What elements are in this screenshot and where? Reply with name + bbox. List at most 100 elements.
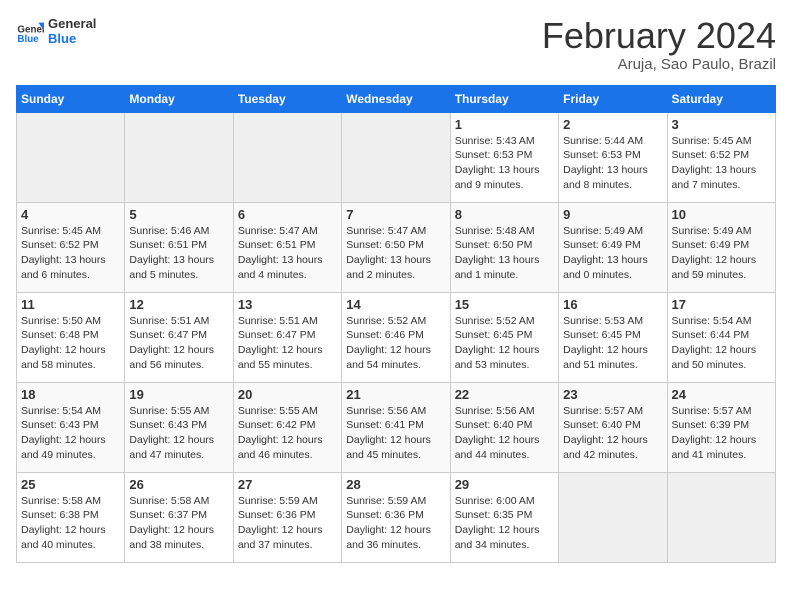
day-cell: 18 Sunrise: 5:54 AMSunset: 6:43 PMDayligh… [17, 382, 125, 472]
day-number: 21 [346, 387, 445, 402]
day-number: 9 [563, 207, 662, 222]
day-number: 18 [21, 387, 120, 402]
header: General Blue General Blue February 2024 … [16, 16, 776, 73]
svg-text:Blue: Blue [17, 34, 39, 45]
day-cell: 27Sunrise: 5:59 AMSunset: 6:36 PMDayligh… [233, 472, 341, 562]
day-number: 16 [563, 297, 662, 312]
day-cell: 6 Sunrise: 5:47 AMSunset: 6:51 PMDaylight… [233, 202, 341, 292]
day-cell: 22Sunrise: 5:56 AMSunset: 6:40 PMDayligh… [450, 382, 558, 472]
week-row-3: 18 Sunrise: 5:54 AMSunset: 6:43 PMDayligh… [17, 382, 776, 472]
title-area: February 2024 Aruja, Sao Paulo, Brazil [542, 16, 776, 73]
header-cell-monday: Monday [125, 85, 233, 112]
day-info: Sunrise: 5:55 AMSunset: 6:42 PMDaylight:… [238, 404, 337, 463]
day-info: Sunrise: 5:47 AMSunset: 6:50 PMDaylight:… [346, 224, 445, 283]
day-info: Sunrise: 5:51 AMSunset: 6:47 PMDaylight:… [129, 314, 228, 373]
day-cell [559, 472, 667, 562]
day-number: 12 [129, 297, 228, 312]
day-number: 13 [238, 297, 337, 312]
day-number: 24 [672, 387, 771, 402]
header-cell-thursday: Thursday [450, 85, 558, 112]
header-row: SundayMondayTuesdayWednesdayThursdayFrid… [17, 85, 776, 112]
day-number: 23 [563, 387, 662, 402]
day-cell: 7 Sunrise: 5:47 AMSunset: 6:50 PMDaylight… [342, 202, 450, 292]
day-number: 29 [455, 477, 554, 492]
day-cell [342, 112, 450, 202]
day-info: Sunrise: 5:50 AMSunset: 6:48 PMDaylight:… [21, 314, 120, 373]
day-cell: 1Sunrise: 5:43 AMSunset: 6:53 PMDaylight… [450, 112, 558, 202]
day-cell [233, 112, 341, 202]
day-cell: 2 Sunrise: 5:44 AMSunset: 6:53 PMDaylight… [559, 112, 667, 202]
header-cell-wednesday: Wednesday [342, 85, 450, 112]
day-cell: 4 Sunrise: 5:45 AMSunset: 6:52 PMDaylight… [17, 202, 125, 292]
header-cell-friday: Friday [559, 85, 667, 112]
day-cell: 19 Sunrise: 5:55 AMSunset: 6:43 PMDayligh… [125, 382, 233, 472]
day-info: Sunrise: 5:52 AMSunset: 6:45 PMDaylight:… [455, 314, 554, 373]
day-number: 1 [455, 117, 554, 132]
day-info: Sunrise: 5:47 AMSunset: 6:51 PMDaylight:… [238, 224, 337, 283]
day-info: Sunrise: 5:54 AMSunset: 6:44 PMDaylight:… [672, 314, 771, 373]
day-cell: 10 Sunrise: 5:49 AMSunset: 6:49 PMDayligh… [667, 202, 775, 292]
day-info: Sunrise: 5:46 AMSunset: 6:51 PMDaylight:… [129, 224, 228, 283]
day-number: 22 [455, 387, 554, 402]
header-cell-tuesday: Tuesday [233, 85, 341, 112]
day-info: Sunrise: 5:44 AMSunset: 6:53 PMDaylight:… [563, 134, 662, 193]
day-cell: 29 Sunrise: 6:00 AMSunset: 6:35 PMDayligh… [450, 472, 558, 562]
week-row-1: 4 Sunrise: 5:45 AMSunset: 6:52 PMDaylight… [17, 202, 776, 292]
day-number: 14 [346, 297, 445, 312]
day-number: 15 [455, 297, 554, 312]
day-info: Sunrise: 5:49 AMSunset: 6:49 PMDaylight:… [672, 224, 771, 283]
day-number: 8 [455, 207, 554, 222]
day-number: 19 [129, 387, 228, 402]
day-cell: 15 Sunrise: 5:52 AMSunset: 6:45 PMDayligh… [450, 292, 558, 382]
day-info: Sunrise: 5:58 AMSunset: 6:38 PMDaylight:… [21, 494, 120, 553]
day-cell: 9Sunrise: 5:49 AMSunset: 6:49 PMDaylight… [559, 202, 667, 292]
day-info: Sunrise: 5:53 AMSunset: 6:45 PMDaylight:… [563, 314, 662, 373]
day-info: Sunrise: 5:59 AMSunset: 6:36 PMDaylight:… [238, 494, 337, 553]
week-row-2: 11Sunrise: 5:50 AMSunset: 6:48 PMDayligh… [17, 292, 776, 382]
logo: General Blue General Blue [16, 16, 96, 46]
day-number: 2 [563, 117, 662, 132]
day-cell: 13Sunrise: 5:51 AMSunset: 6:47 PMDayligh… [233, 292, 341, 382]
day-cell: 12 Sunrise: 5:51 AMSunset: 6:47 PMDayligh… [125, 292, 233, 382]
logo-text-blue: Blue [48, 31, 96, 46]
day-cell: 25 Sunrise: 5:58 AMSunset: 6:38 PMDayligh… [17, 472, 125, 562]
day-info: Sunrise: 5:58 AMSunset: 6:37 PMDaylight:… [129, 494, 228, 553]
logo-icon: General Blue [16, 17, 44, 45]
logo-text-general: General [48, 16, 96, 31]
day-number: 28 [346, 477, 445, 492]
day-number: 4 [21, 207, 120, 222]
day-number: 7 [346, 207, 445, 222]
day-cell: 23 Sunrise: 5:57 AMSunset: 6:40 PMDayligh… [559, 382, 667, 472]
day-info: Sunrise: 5:45 AMSunset: 6:52 PMDaylight:… [21, 224, 120, 283]
day-cell: 16 Sunrise: 5:53 AMSunset: 6:45 PMDayligh… [559, 292, 667, 382]
day-cell: 26Sunrise: 5:58 AMSunset: 6:37 PMDayligh… [125, 472, 233, 562]
day-cell: 3Sunrise: 5:45 AMSunset: 6:52 PMDaylight… [667, 112, 775, 202]
day-number: 10 [672, 207, 771, 222]
day-cell: 20Sunrise: 5:55 AMSunset: 6:42 PMDayligh… [233, 382, 341, 472]
day-number: 5 [129, 207, 228, 222]
day-number: 25 [21, 477, 120, 492]
day-info: Sunrise: 5:57 AMSunset: 6:39 PMDaylight:… [672, 404, 771, 463]
day-cell: 21 Sunrise: 5:56 AMSunset: 6:41 PMDayligh… [342, 382, 450, 472]
day-cell: 24 Sunrise: 5:57 AMSunset: 6:39 PMDayligh… [667, 382, 775, 472]
day-cell: 11Sunrise: 5:50 AMSunset: 6:48 PMDayligh… [17, 292, 125, 382]
day-info: Sunrise: 5:57 AMSunset: 6:40 PMDaylight:… [563, 404, 662, 463]
header-cell-saturday: Saturday [667, 85, 775, 112]
day-cell [667, 472, 775, 562]
calendar-header: SundayMondayTuesdayWednesdayThursdayFrid… [17, 85, 776, 112]
day-cell [17, 112, 125, 202]
day-cell: 5 Sunrise: 5:46 AMSunset: 6:51 PMDaylight… [125, 202, 233, 292]
day-info: Sunrise: 5:55 AMSunset: 6:43 PMDaylight:… [129, 404, 228, 463]
calendar-body: 1Sunrise: 5:43 AMSunset: 6:53 PMDaylight… [17, 112, 776, 562]
day-info: Sunrise: 5:54 AMSunset: 6:43 PMDaylight:… [21, 404, 120, 463]
day-info: Sunrise: 5:56 AMSunset: 6:41 PMDaylight:… [346, 404, 445, 463]
week-row-0: 1Sunrise: 5:43 AMSunset: 6:53 PMDaylight… [17, 112, 776, 202]
calendar-table: SundayMondayTuesdayWednesdayThursdayFrid… [16, 85, 776, 563]
day-cell: 14 Sunrise: 5:52 AMSunset: 6:46 PMDayligh… [342, 292, 450, 382]
day-cell: 8Sunrise: 5:48 AMSunset: 6:50 PMDaylight… [450, 202, 558, 292]
day-info: Sunrise: 5:52 AMSunset: 6:46 PMDaylight:… [346, 314, 445, 373]
day-info: Sunrise: 6:00 AMSunset: 6:35 PMDaylight:… [455, 494, 554, 553]
day-number: 17 [672, 297, 771, 312]
day-cell: 17 Sunrise: 5:54 AMSunset: 6:44 PMDayligh… [667, 292, 775, 382]
day-number: 6 [238, 207, 337, 222]
